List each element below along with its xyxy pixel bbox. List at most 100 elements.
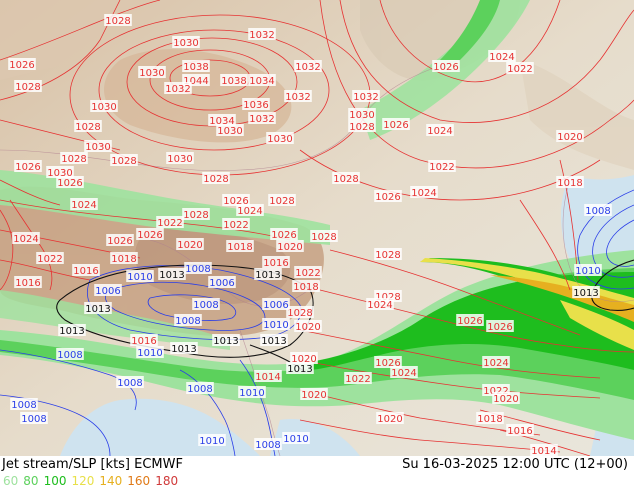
- isobar-label: 1018: [227, 242, 252, 253]
- isobar-label: 1024: [427, 126, 452, 137]
- isobar-label: 1008: [585, 206, 610, 217]
- isobar-label: 1018: [477, 414, 502, 425]
- isobar-label: 1028: [287, 308, 312, 319]
- isobar-label: 1020: [295, 322, 320, 333]
- legend-item-160: 160: [127, 474, 151, 488]
- isobar-label: 1008: [255, 440, 280, 451]
- isobar-label: 1038: [183, 62, 208, 73]
- isobar-label: 1030: [139, 68, 164, 79]
- isobar-label: 1028: [105, 16, 130, 27]
- isobar-label: 1032: [295, 62, 320, 73]
- isobar-label: 1032: [285, 92, 310, 103]
- isobar-label: 1026: [137, 230, 162, 241]
- isobar-label: 1026: [433, 62, 458, 73]
- legend-item-80: 80: [23, 474, 39, 488]
- isobar-label: 1028: [183, 210, 208, 221]
- isobar-label: 1008: [175, 316, 200, 327]
- isobar-label: 1006: [95, 286, 120, 297]
- isobar-label: 1018: [557, 178, 582, 189]
- isobar-label: 1024: [367, 300, 392, 311]
- isobar-label: 1018: [111, 254, 136, 265]
- isobar-label: 1030: [85, 142, 110, 153]
- isobar-label: 1008: [185, 264, 210, 275]
- isobar-label: 1022: [157, 218, 182, 229]
- isobar-label: 1020: [301, 390, 326, 401]
- isobar-label: 1030: [217, 126, 242, 137]
- isobar-label: 1024: [13, 234, 38, 245]
- isobar-label: 1008: [187, 384, 212, 395]
- isobar-label: 1026: [271, 230, 296, 241]
- isobar-label: 1010: [239, 388, 264, 399]
- isobar-label: 1028: [203, 174, 228, 185]
- isobar-label: 1013: [261, 336, 286, 347]
- isobar-label: 1038: [221, 76, 246, 87]
- isobar-label: 1030: [167, 154, 192, 165]
- isobar-label: 1016: [507, 426, 532, 437]
- isobar-label: 1024: [237, 206, 262, 217]
- legend-item-120: 120: [71, 474, 95, 488]
- isobar-label: 1020: [557, 132, 582, 143]
- isobar-label: 1030: [173, 38, 198, 49]
- isobar-label: 1032: [249, 30, 274, 41]
- isobar-label: 1013: [159, 270, 184, 281]
- isobar-label: 1010: [263, 320, 288, 331]
- isobar-label: 1032: [249, 114, 274, 125]
- isobar-label: 1016: [131, 336, 156, 347]
- isobar-label: 1028: [349, 122, 374, 133]
- isobar-label: 1008: [21, 414, 46, 425]
- isobar-label: 1026: [487, 322, 512, 333]
- jet-stream-slp-map: 102810261030103210381044 1038 103410321030…: [0, 0, 634, 457]
- isobar-label: 1024: [71, 200, 96, 211]
- isobar-label: 1010: [127, 272, 152, 283]
- legend-item-60: 60: [3, 474, 19, 488]
- isobar-label: 1028: [375, 250, 400, 261]
- isobar-label: 1010: [575, 266, 600, 277]
- isobar-label: 1008: [57, 350, 82, 361]
- isobar-label: 1008: [193, 300, 218, 311]
- isobar-label: 1013: [171, 344, 196, 355]
- isobar-label: 1013: [213, 336, 238, 347]
- isobar-label: 1008: [117, 378, 142, 389]
- footer-bar: Jet stream/SLP [kts] ECMWF Su 16-03-2025…: [0, 456, 634, 490]
- isobar-label: 1022: [507, 64, 532, 75]
- isobar-label: 1026: [57, 178, 82, 189]
- isobar-label: 1006: [263, 300, 288, 311]
- isobar-label: 1008: [11, 400, 36, 411]
- isobar-label: 1028: [111, 156, 136, 167]
- isobar-label: 1032: [165, 84, 190, 95]
- isobar-label: 1024: [411, 188, 436, 199]
- isobar-label: 1030: [91, 102, 116, 113]
- isobar-label: 1020: [177, 240, 202, 251]
- isobar-label: 1022: [295, 268, 320, 279]
- isobar-label: 1034: [249, 76, 274, 87]
- isobar-label: 1028: [15, 82, 40, 93]
- isobar-label: 1026: [457, 316, 482, 327]
- isobar-label: 1006: [209, 278, 234, 289]
- legend-item-180: 180: [155, 474, 179, 488]
- isobar-label: 1026: [375, 192, 400, 203]
- weather-map-frame: 1028 1026 1030 1032 1038 1044 1038 1034 1032 1030…: [0, 0, 634, 490]
- isobar-label: 1030: [349, 110, 374, 121]
- product-title: Jet stream/SLP [kts] ECMWF: [2, 457, 183, 472]
- isobar-label: 1028: [333, 174, 358, 185]
- isobar-label: 1026: [15, 162, 40, 173]
- isobar-label: 1013: [255, 270, 280, 281]
- isobar-label: 1024: [489, 52, 514, 63]
- isobar-label: 1020: [277, 242, 302, 253]
- isobar-label: 1036: [243, 100, 268, 111]
- isobar-label: 1013: [59, 326, 84, 337]
- isobar-label: 1026: [9, 60, 34, 71]
- isobar-label: 1013: [573, 288, 598, 299]
- isobar-label: 1022: [37, 254, 62, 265]
- isobar-label: 1028: [61, 154, 86, 165]
- legend-item-140: 140: [99, 474, 123, 488]
- isobar-label: 1024: [391, 368, 416, 379]
- isobar-label: 1028: [269, 196, 294, 207]
- legend-item-100: 100: [43, 474, 67, 488]
- isobar-label: 1026: [383, 120, 408, 131]
- isobar-label: 1013: [85, 304, 110, 315]
- isobar-label: 1022: [345, 374, 370, 385]
- isobar-label: 1010: [283, 434, 308, 445]
- isobar-label: 1013: [287, 364, 312, 375]
- isobar-label: 1020: [377, 414, 402, 425]
